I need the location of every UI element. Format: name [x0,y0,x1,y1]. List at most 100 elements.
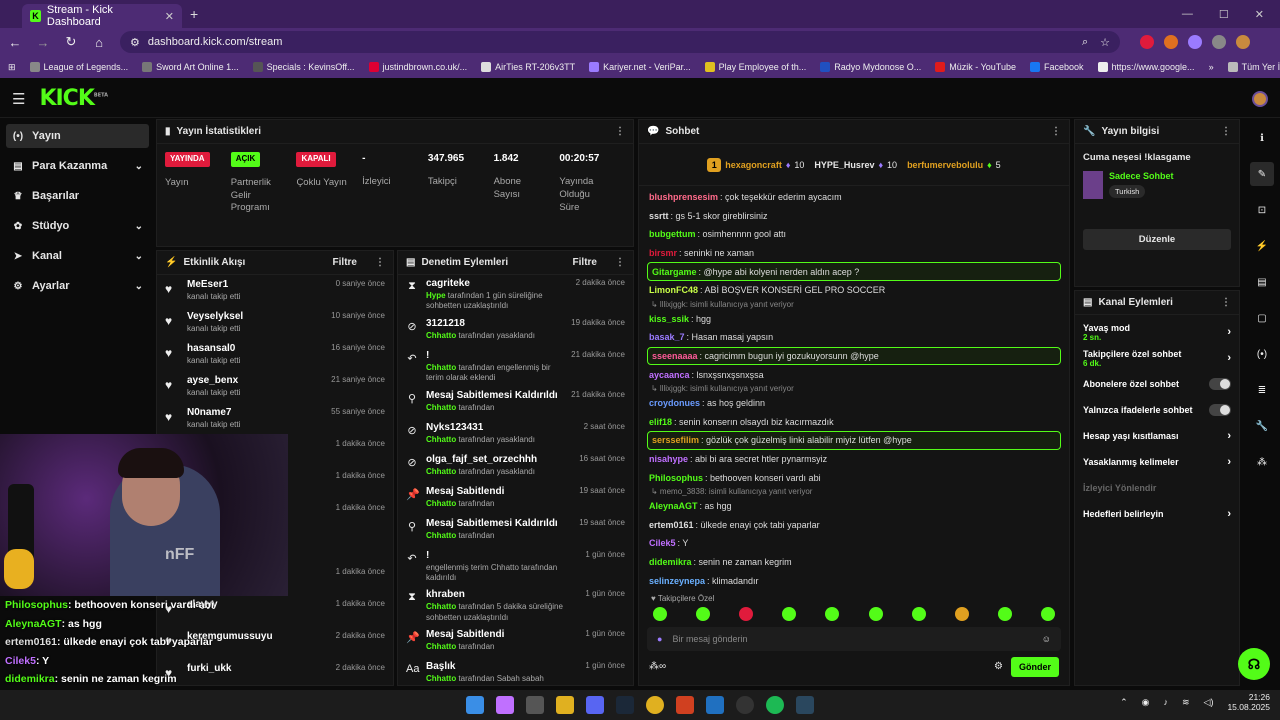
emote[interactable] [868,606,883,621]
chat-username[interactable]: didemikra [649,557,692,567]
profile-avatar-icon[interactable] [1236,35,1250,49]
close-tab-icon[interactable]: ✕ [165,10,174,23]
activity-item[interactable]: ♥ MeEser1 kanalı takip etti 0 saniye önce [157,275,393,307]
chat-message[interactable]: sseenaaaa: cagricimm bugun iyi gozukuyor… [647,346,1061,366]
chat-message[interactable]: selinzeynepa: klimadandır [639,571,1069,590]
bookmark[interactable]: https://www.google... [1097,62,1195,72]
chat-message[interactable]: ssrtt: gs 5-1 skor gireblirsiniz [639,207,1069,226]
copilot-icon[interactable] [496,696,514,714]
toggle-switch[interactable] [1209,404,1231,416]
chat-message[interactable]: Gitargame: @hype abi kolyeni nerden aldı… [647,262,1061,281]
moderation-item[interactable]: ⊘ olga_fajf_set_orzechhh Chhatto tarafında… [398,451,633,483]
store-icon[interactable] [526,696,544,714]
chat-message[interactable]: Philosophus: bethooven konseri vardı abi [639,468,1069,487]
moderation-item[interactable]: ⚲ Mesaj Sabitlemesi Kaldırıldı Chhatto tar… [398,515,633,547]
chat-username[interactable]: basak_7 [649,332,685,342]
chat-username[interactable]: birsmr [649,248,677,258]
moderation-item[interactable]: ⧗ cagriteke Hype tarafından 1 gün süreliği… [398,275,633,315]
bookmark[interactable]: Play Employee of th... [704,62,806,72]
chat-message[interactable]: elif18: senin konserın olsaydı biz kacır… [639,413,1069,432]
channel-action-item[interactable]: Yavaş mod 2 sn. › [1075,319,1239,345]
emote[interactable] [653,606,667,621]
filter-button[interactable]: Filtre [333,257,357,268]
chat-username[interactable]: sseenaaaa [652,351,698,361]
zoom-icon[interactable]: ⌕ [1082,36,1088,49]
chat-message[interactable]: LimonFC48: ABİ BOŞVER KONSERİ GEL PRO SO… [639,281,1069,300]
moderation-item[interactable]: ⊘ Nyks123431 Chhatto tarafından yasaklandı… [398,419,633,451]
channel-action-item[interactable]: Hedefleri belirleyin › [1075,501,1239,527]
moderation-item[interactable]: ⊘ 3121218 Chhatto tarafından yasaklandı 19 … [398,315,633,347]
moderation-item[interactable]: ⚲ Mesaj Sabitlemesi Kaldırıldı Chhatto tar… [398,387,633,419]
chat-username[interactable]: nisahype [649,454,688,464]
more-options-icon[interactable]: ⋮ [375,257,385,268]
user-avatar[interactable] [1252,90,1268,107]
emote[interactable] [954,606,969,621]
more-options-icon[interactable]: ⋮ [1221,126,1231,137]
filter-button[interactable]: Filtre [573,257,597,268]
home-icon[interactable]: ⌂ [92,35,106,50]
channel-action-item[interactable]: Yasaklanmış kelimeler › [1075,449,1239,475]
chat-message[interactable]: ertem0161: ülkede enayi çok tabi yaparla… [639,516,1069,535]
app-red-icon[interactable] [676,696,694,714]
more-options-icon[interactable]: ⋮ [1051,126,1061,137]
bolt-icon[interactable]: ⚡ [1250,234,1274,258]
new-tab-icon[interactable]: + [190,6,198,22]
emote[interactable] [739,606,754,621]
sidebar-item-kanal[interactable]: ➤ Kanal ⌄ [6,244,149,268]
close-window-icon[interactable]: ✕ [1255,8,1264,21]
url-bar[interactable]: ⚙ dashboard.kick.com/stream ⌕ ☆ [120,31,1120,53]
more-options-icon[interactable]: ⋮ [615,257,625,268]
activity-item[interactable]: ♥ N0name7 kanalı takip etti 55 saniye önce [157,403,393,435]
apps-grid-icon[interactable]: ⊞ [8,62,16,73]
back-icon[interactable]: ← [8,35,22,50]
extensions-puzzle-icon[interactable] [1212,35,1226,49]
discord-icon[interactable] [586,696,604,714]
emote[interactable] [696,606,711,621]
top-gifter-1[interactable]: 1 hexagoncraft ♦ 10 [707,157,804,172]
help-chat-button[interactable]: ☊ [1238,648,1270,680]
document-icon[interactable]: ▤ [1250,270,1274,294]
moderation-item[interactable]: 📌 Mesaj Sabitlendi Chhatto tarafından 1 gün… [398,626,633,658]
edit-button[interactable]: Düzenle [1083,229,1231,250]
wifi-icon[interactable]: ≋ [1182,697,1190,708]
steam-alt-icon[interactable] [796,696,814,714]
obs-icon[interactable] [736,696,754,714]
broadcast-icon[interactable]: (•) [1250,342,1274,366]
chat-username[interactable]: Cilek5 [649,538,676,548]
activity-item[interactable]: ♥ hasansal0 kanalı takip etti 16 saniye önc… [157,339,393,371]
bookmark[interactable]: Müzik - YouTube [935,62,1016,72]
chat-username[interactable]: ertem0161 [649,520,694,530]
mic-tray-icon[interactable]: ♪ [1163,697,1168,707]
send-button[interactable]: Gönder [1010,656,1059,677]
bookmark[interactable]: Radyo Mydonose O... [820,62,921,72]
chat-message[interactable]: nisahype: abi bi ara secret htler pynarm… [639,450,1069,469]
bookmark[interactable]: League of Legends... [29,62,128,72]
emote[interactable] [997,606,1012,621]
chat-username[interactable]: LimonFC48 [649,285,698,295]
channel-action-item[interactable]: Hesap yaşı kısıtlaması › [1075,423,1239,449]
chat-message[interactable]: didemikra: senin ne zaman kegrim [639,553,1069,572]
users-icon[interactable]: ⁂ [1250,450,1274,474]
mic-icon[interactable]: ● [657,634,662,644]
app-blue-icon[interactable] [706,696,724,714]
extension-orange-icon[interactable] [1164,35,1178,49]
bookmark[interactable]: Sword Art Online 1... [142,62,239,72]
chat-username[interactable]: Philosophus [649,473,703,483]
chat-username[interactable]: Gitargame [652,267,697,277]
moderation-item[interactable]: 📌 Mesaj Sabitlendi Chhatto tarafından 19 sa… [398,483,633,515]
chat-message[interactable]: basak_7: Hasan masaj yapsın [639,328,1069,347]
maximize-icon[interactable]: ☐ [1219,8,1229,21]
chat-message[interactable]: croydonues: as hoş geldinn [639,394,1069,413]
channel-action-item[interactable]: Abonelere özel sohbet [1075,371,1239,397]
chat-input[interactable]: ● Bir mesaj gönderin ☺ [647,626,1061,651]
chat-username[interactable]: bubgettum [649,229,696,239]
emoji-icon[interactable]: ☺ [1042,634,1051,644]
site-info-icon[interactable]: ⚙ [130,36,140,49]
chat-message[interactable]: aycaanca: lsnxşsnxşsnxşsa [639,365,1069,384]
spotify-icon[interactable] [766,696,784,714]
sidebar-item-basarilar[interactable]: ♛ Başarılar [6,184,149,208]
wrench-icon[interactable]: 🔧 [1250,414,1274,438]
sidebar-item-ayarlar[interactable]: ⚙ Ayarlar ⌄ [6,274,149,298]
scan-icon[interactable]: ⊡ [1250,198,1274,222]
emote[interactable] [911,606,926,621]
